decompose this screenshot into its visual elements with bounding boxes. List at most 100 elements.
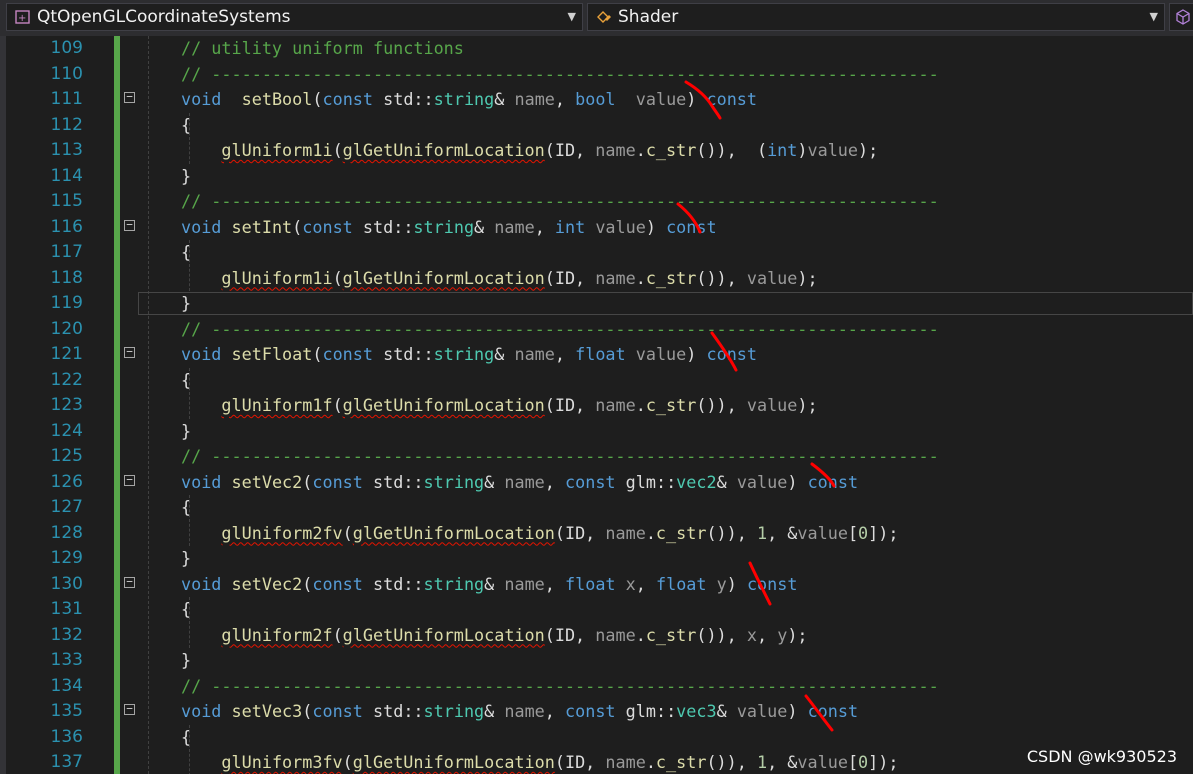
code-line[interactable]: 109 // utility uniform functions: [0, 36, 1193, 62]
watermark: CSDN @wk930523: [1026, 747, 1177, 766]
line-number: 120: [50, 318, 83, 339]
code-line[interactable]: 128 glUniform2fv(glGetUniformLocation(ID…: [0, 521, 1193, 547]
code-token: name: [595, 267, 636, 288]
code-line[interactable]: 118 glUniform1i(glGetUniformLocation(ID,…: [0, 266, 1193, 292]
code-line[interactable]: 111− void setBool(const std::string& name…: [0, 87, 1193, 113]
code-text: glUniform2fv(glGetUniformLocation(ID, na…: [181, 521, 898, 547]
line-number: 118: [50, 267, 83, 288]
indent-guide: [189, 724, 190, 774]
code-line[interactable]: 136{: [0, 725, 1193, 751]
indent-guide: [189, 240, 190, 291]
code-token: c_str: [655, 522, 707, 543]
collapse-icon[interactable]: −: [124, 576, 135, 588]
code-token: string: [423, 471, 485, 492]
code-token: name: [494, 216, 535, 237]
line-number: 119: [50, 293, 83, 313]
code-token: c_str: [645, 140, 697, 160]
line-number: 113: [50, 140, 83, 160]
code-token: [: [847, 752, 859, 772]
code-token: name: [504, 573, 545, 594]
code-token: // -------------------------------------…: [181, 446, 939, 466]
code-token: ): [726, 573, 747, 594]
code-line[interactable]: 126− void setVec2(const std::string& name…: [0, 470, 1193, 496]
code-token: setBool: [241, 89, 313, 109]
member-dropdown[interactable]: [1169, 3, 1193, 31]
code-line[interactable]: 131{: [0, 597, 1193, 623]
collapse-icon[interactable]: −: [124, 219, 135, 231]
code-line[interactable]: 124}: [0, 419, 1193, 445]
code-token: float: [655, 573, 707, 594]
code-text: // -------------------------------------…: [181, 674, 939, 700]
code-editor[interactable]: 109// utility uniform functions 110// ---…: [0, 36, 1193, 774]
code-line[interactable]: 115 // ----------------------------------…: [0, 189, 1193, 215]
code-token: (: [302, 701, 313, 721]
code-line[interactable]: 133}: [0, 648, 1193, 674]
scope-dropdown[interactable]: Shader ▼: [587, 3, 1165, 31]
project-dropdown[interactable]: + QtOpenGLCoordinateSystems ▼: [6, 3, 583, 31]
code-line[interactable]: 125 // ----------------------------------…: [0, 444, 1193, 470]
code-token: (ID,: [544, 267, 596, 288]
code-token: .: [635, 267, 646, 288]
code-token: &: [494, 344, 515, 364]
code-line[interactable]: 121− void setFloat(const std::string& nam…: [0, 342, 1193, 368]
code-token: void: [181, 344, 222, 364]
collapse-icon[interactable]: −: [124, 91, 135, 103]
code-line[interactable]: 122{: [0, 368, 1193, 394]
code-token: y: [777, 624, 788, 645]
code-line[interactable]: 112{: [0, 113, 1193, 139]
code-token: setVec2: [231, 471, 303, 492]
code-line[interactable]: 117{: [0, 240, 1193, 266]
code-token: ,: [635, 573, 656, 594]
code-token: ()),: [706, 522, 757, 543]
code-token: setFloat: [231, 344, 313, 364]
code-line[interactable]: 135− void setVec3(const std::string& name…: [0, 699, 1193, 725]
code-line[interactable]: 129}: [0, 546, 1193, 572]
code-token: float: [565, 573, 616, 594]
code-text: glUniform1f(glGetUniformLocation(ID, nam…: [181, 393, 818, 419]
code-token: (: [342, 752, 353, 772]
line-number: 136: [50, 726, 83, 747]
code-token: .: [635, 395, 646, 415]
code-token: 0: [858, 752, 869, 772]
code-token: const: [312, 471, 363, 492]
code-token: &: [484, 573, 505, 594]
code-line[interactable]: 127{: [0, 495, 1193, 521]
line-number: 117: [50, 242, 83, 262]
code-token: (: [302, 471, 313, 492]
code-token: (ID,: [554, 522, 606, 543]
line-number: 114: [50, 165, 83, 186]
code-token: ]);: [868, 752, 899, 772]
code-token: ): [797, 140, 808, 160]
code-line[interactable]: 134 // ----------------------------------…: [0, 674, 1193, 700]
line-number: 134: [50, 675, 83, 696]
collapse-icon[interactable]: −: [124, 474, 135, 486]
code-line[interactable]: 114}: [0, 164, 1193, 190]
code-token: ,: [554, 89, 576, 109]
code-token: setVec3: [231, 701, 303, 721]
code-token: c_str: [645, 267, 697, 288]
code-token: ,: [544, 573, 566, 594]
collapse-icon[interactable]: −: [124, 346, 135, 358]
collapse-icon[interactable]: −: [124, 703, 135, 715]
code-token: );: [797, 395, 818, 415]
code-line[interactable]: 116− void setInt(const std::string& name,…: [0, 215, 1193, 241]
code-line[interactable]: 137 glUniform3fv(glGetUniformLocation(ID…: [0, 750, 1193, 774]
code-token: );: [858, 140, 879, 160]
code-line[interactable]: 130− void setVec2(const std::string& name…: [0, 572, 1193, 598]
code-line[interactable]: 120 // ----------------------------------…: [0, 317, 1193, 343]
code-token: , &: [767, 752, 798, 772]
code-line[interactable]: 110 // ----------------------------------…: [0, 62, 1193, 88]
code-line[interactable]: 123 glUniform1f(glGetUniformLocation(ID,…: [0, 393, 1193, 419]
code-line[interactable]: 113 glUniform1i(glGetUniformLocation(ID,…: [0, 138, 1193, 164]
code-line[interactable]: 132 glUniform2f(glGetUniformLocation(ID,…: [0, 623, 1193, 649]
code-token: string: [423, 573, 485, 594]
